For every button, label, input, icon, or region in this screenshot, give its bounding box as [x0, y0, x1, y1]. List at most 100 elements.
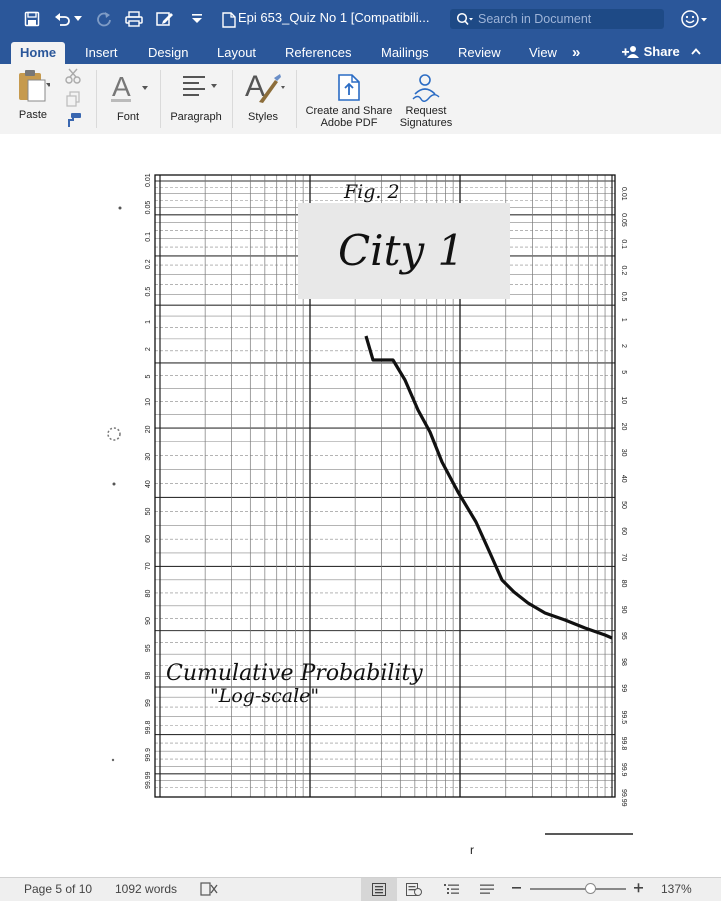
zoom-in-icon[interactable] [634, 881, 644, 898]
undo-dropdown-icon[interactable] [72, 9, 84, 29]
word-count[interactable]: 1092 words [115, 882, 177, 896]
axis-tick-label: 95 [145, 644, 152, 652]
cut-icon[interactable] [64, 68, 82, 89]
axis-tick-label: 30 [145, 453, 152, 461]
tab-review[interactable]: Review [458, 42, 501, 64]
axis-tick-label: 0.01 [145, 173, 152, 187]
zoom-slider[interactable] [530, 883, 626, 894]
tab-insert[interactable]: Insert [85, 42, 118, 64]
format-painter-icon[interactable] [64, 112, 82, 133]
tab-references[interactable]: References [285, 42, 351, 64]
print-icon[interactable] [124, 9, 144, 29]
axis-tick-label: 95 [620, 632, 627, 640]
title-bar: Epi 653_Quiz No 1 [Compatibili... [0, 0, 721, 38]
redo-icon[interactable] [94, 9, 114, 29]
document-page: 99.99 99.9 99.8 99 98 95 90 80 70 60 50 40 30 20 10 5 2 1… [0, 134, 721, 877]
paste-label: Paste [18, 109, 48, 121]
annotation-cumulative-probability: Cumulative Probability [166, 661, 423, 686]
axis-tick-label: 80 [620, 580, 627, 588]
copy-icon[interactable] [65, 91, 81, 112]
edit-document-icon[interactable] [155, 9, 175, 29]
svg-text:A: A [112, 71, 131, 102]
tab-view[interactable]: View [529, 42, 557, 64]
add-person-icon [622, 45, 640, 64]
signature-icon [412, 74, 440, 102]
axis-tick-label: 30 [620, 449, 627, 457]
axis-tick-label: 99.9 [145, 748, 152, 762]
tab-layout[interactable]: Layout [217, 42, 256, 64]
web-layout-icon[interactable] [406, 883, 422, 899]
feedback-smiley-icon[interactable] [680, 9, 708, 34]
search-input[interactable] [478, 11, 658, 27]
axis-tick-label: 0.5 [145, 287, 152, 297]
axis-tick-label: 40 [145, 480, 152, 488]
axis-tick-label: 20 [145, 425, 152, 433]
more-tabs-button[interactable]: » [572, 42, 580, 64]
axis-tick-label: 0.2 [145, 259, 152, 269]
share-button[interactable]: Share [622, 42, 702, 64]
axis-tick-label: 80 [145, 590, 152, 598]
font-icon: A [111, 71, 148, 102]
figure-label: Fig. 2 [343, 181, 400, 203]
proofing-icon[interactable] [200, 882, 218, 899]
create-share-pdf-button[interactable]: Create and Share Adobe PDF [302, 72, 396, 129]
pdf-share-icon [338, 74, 360, 101]
zoom-slider-thumb[interactable] [584, 883, 596, 894]
zoom-level[interactable]: 137% [661, 882, 692, 896]
ribbon-tab-bar: Home Insert Design Layout References Mai… [0, 38, 721, 64]
city-label: City 1 [338, 226, 464, 275]
pdf-label-line2: Adobe PDF [320, 117, 378, 129]
axis-tick-label: 99.99 [620, 789, 627, 807]
draft-view-icon[interactable] [479, 883, 495, 899]
axis-tick-label: 50 [620, 501, 627, 509]
annotation-log-scale: "Log-scale" [210, 685, 319, 707]
hole-punch-mark [107, 427, 121, 441]
document-title: Epi 653_Quiz No 1 [Compatibili... [238, 10, 430, 25]
scan-speck [112, 482, 116, 486]
axis-tick-label: 99 [145, 699, 152, 707]
customize-toolbar-icon[interactable] [187, 9, 207, 29]
axis-tick-label: 98 [145, 672, 152, 680]
axis-tick-label: 90 [145, 617, 152, 625]
axis-tick-label: 5 [620, 370, 627, 374]
document-canvas[interactable]: 99.99 99.9 99.8 99 98 95 90 80 70 60 50 40 30 20 10 5 2 1… [0, 134, 721, 877]
paragraph-icon [183, 76, 217, 96]
axis-tick-label: 1 [620, 318, 627, 322]
axis-tick-label: 60 [145, 535, 152, 543]
axis-tick-label: 60 [620, 527, 627, 535]
paragraph-button[interactable]: Paragraph [168, 70, 224, 123]
tab-home[interactable]: Home [11, 42, 66, 64]
footer-mark: r [470, 843, 474, 857]
styles-button[interactable]: A Styles [238, 68, 288, 123]
axis-tick-label: 99.8 [620, 737, 627, 751]
search-box[interactable] [450, 9, 664, 29]
axis-tick-label: 2 [620, 344, 627, 348]
ribbon-separator [296, 70, 297, 128]
styles-label: Styles [248, 111, 278, 123]
axis-tick-label: 0.5 [620, 292, 627, 302]
axis-tick-label: 99 [620, 684, 627, 692]
zoom-out-icon[interactable] [512, 881, 522, 898]
axis-tick-label: 0.1 [145, 232, 152, 242]
tab-design[interactable]: Design [148, 42, 188, 64]
tab-mailings[interactable]: Mailings [381, 42, 429, 64]
axis-tick-label: 0.01 [620, 187, 627, 201]
print-layout-icon [372, 883, 386, 896]
outline-view-icon[interactable] [444, 883, 460, 899]
request-signatures-button[interactable]: Request Signatures [396, 72, 456, 129]
axis-tick-label: 0.1 [620, 239, 627, 249]
save-icon[interactable] [22, 9, 42, 29]
word-doc-icon [219, 10, 239, 30]
font-button[interactable]: A Font [104, 70, 152, 123]
clipboard-icon [19, 70, 52, 102]
axis-tick-label: 10 [145, 398, 152, 406]
undo-icon[interactable] [53, 9, 73, 29]
paste-button[interactable]: Paste [10, 68, 56, 121]
axis-tick-label: 2 [145, 347, 152, 351]
collapse-ribbon-icon[interactable] [691, 42, 702, 60]
page-info[interactable]: Page 5 of 10 [24, 882, 92, 896]
axis-tick-label: 40 [620, 475, 627, 483]
left-axis-labels: 99.99 99.9 99.8 99 98 95 90 80 70 60 50 40 30 20 10 5 2 1… [145, 173, 152, 789]
ribbon-home-panel: Paste A Font Paragraph A Styles Create a… [0, 64, 721, 135]
print-layout-view-button[interactable] [361, 878, 397, 901]
